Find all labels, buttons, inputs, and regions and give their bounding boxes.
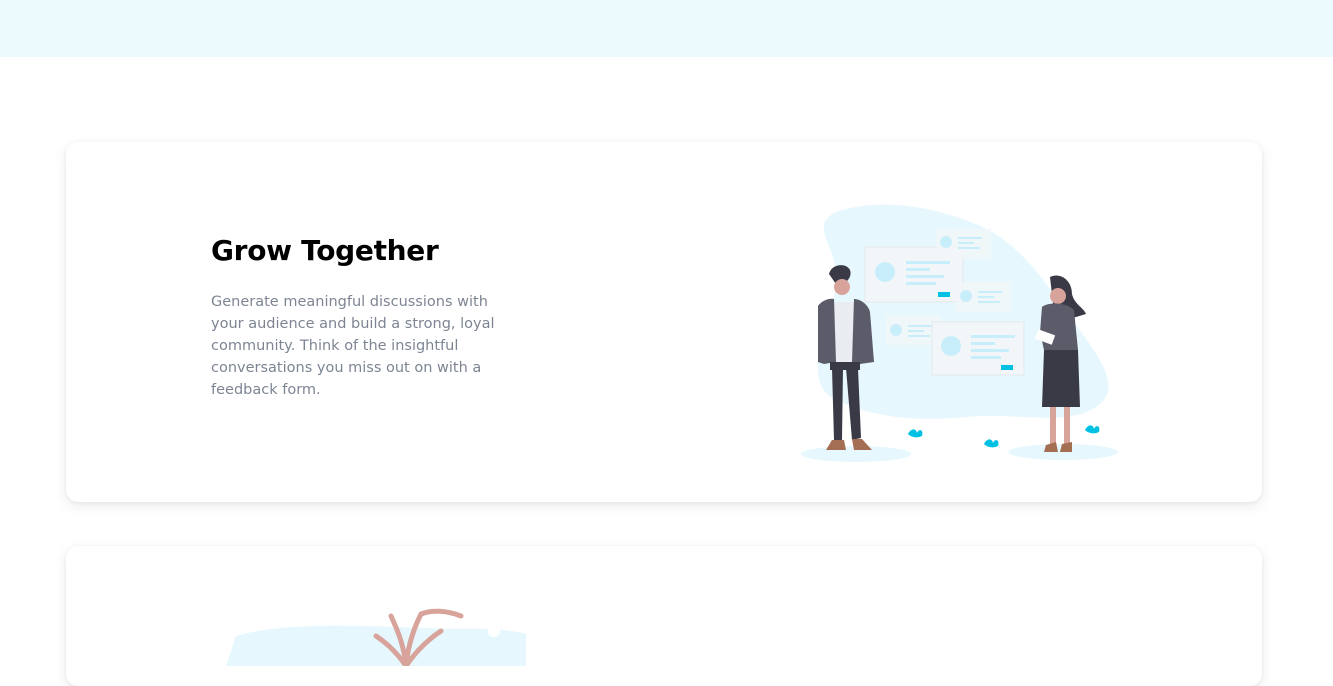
feature-description: Generate meaningful discussions with you… [211, 294, 495, 398]
feature-card-grow-together: Grow Together Generate meaningful discus… [66, 142, 1262, 502]
top-header-band [0, 0, 1333, 57]
tree-illustration [226, 608, 526, 666]
feature-card-second [66, 546, 1262, 686]
feature-title: Grow Together [211, 234, 439, 267]
discussion-illustration [801, 204, 1118, 462]
